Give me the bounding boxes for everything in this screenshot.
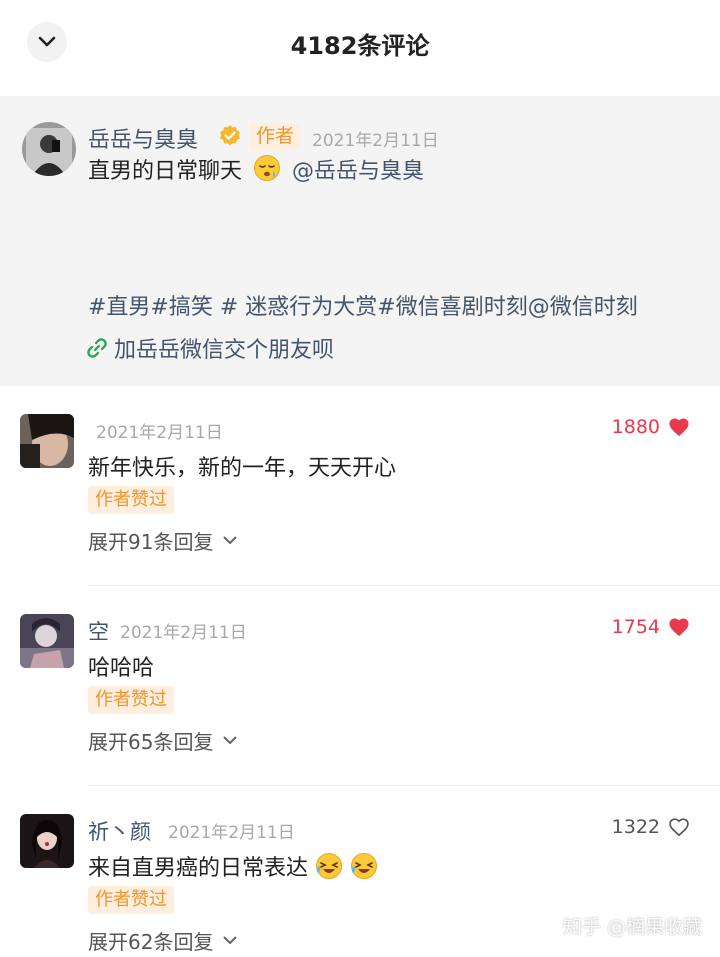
wechat-link-label: 加岳岳微信交个朋友呗 — [114, 338, 335, 363]
link-icon — [87, 338, 107, 358]
expand-replies-button[interactable]: 展开65条回复 — [88, 726, 237, 755]
like-count-value: 1880 — [611, 416, 660, 438]
commenter-avatar[interactable] — [20, 414, 74, 468]
commenter-avatar[interactable] — [20, 614, 74, 668]
sleepy-emoji-icon — [253, 154, 281, 191]
like-count[interactable]: 1880 — [612, 416, 690, 438]
expand-replies-label: 展开62条回复 — [88, 930, 214, 954]
commenter-name[interactable]: 祈丶颜 — [88, 816, 151, 846]
post-hashtags[interactable]: #直男#搞笑 # 迷惑行为大赏#微信喜剧时刻@微信时刻 — [88, 289, 638, 321]
like-count[interactable]: 1322 — [612, 816, 690, 838]
comment-item: 2021年2月11日 1880 新年快乐，新的一年，天天开心 作者赞过 展开91… — [0, 388, 720, 588]
author-liked-badge: 作者赞过 — [88, 486, 174, 514]
header: 4182条评论 — [0, 0, 720, 92]
laugh-cry-emoji-icon — [350, 852, 378, 886]
author-post: 岳岳与臭臭 作者 2021年2月11日 直男的日常聊天 @岳岳与臭臭 #直男#搞… — [0, 96, 720, 386]
post-mention[interactable]: @岳岳与臭臭 — [292, 159, 424, 184]
comment-text: 哈哈哈 — [88, 656, 155, 681]
like-count-value: 1322 — [611, 816, 660, 838]
author-name[interactable]: 岳岳与臭臭 — [88, 122, 198, 154]
comment-date: 2021年2月11日 — [168, 823, 295, 843]
comment-text: 来自直男癌的日常表达 — [88, 850, 378, 886]
author-tag: 作者 — [250, 123, 301, 149]
laugh-cry-emoji-icon — [315, 852, 343, 886]
commenter-name[interactable]: 空 — [88, 616, 109, 646]
wechat-link[interactable]: 加岳岳微信交个朋友呗 — [86, 332, 334, 364]
heart-outline-icon[interactable] — [668, 817, 690, 837]
expand-replies-label: 展开91条回复 — [88, 530, 214, 554]
post-text: 直男的日常聊天 @岳岳与臭臭 — [88, 154, 424, 191]
author-liked-badge: 作者赞过 — [88, 886, 174, 914]
divider — [88, 585, 720, 586]
comment-date: 2021年2月11日 — [120, 623, 247, 643]
heart-filled-icon[interactable] — [668, 417, 690, 437]
comment-date: 2021年2月11日 — [96, 423, 223, 443]
watermark: 知乎 @楠果收藏 — [562, 916, 702, 938]
post-body: 直男的日常聊天 — [88, 159, 243, 184]
like-count-value: 1754 — [611, 616, 660, 638]
heart-filled-icon[interactable] — [668, 617, 690, 637]
comment-count-title: 4182条评论 — [290, 32, 430, 60]
expand-replies-label: 展开65条回复 — [88, 730, 214, 754]
comment-item: 空 2021年2月11日 1754 哈哈哈 作者赞过 展开65条回复 — [0, 588, 720, 788]
like-count[interactable]: 1754 — [612, 616, 690, 638]
expand-replies-button[interactable]: 展开91条回复 — [88, 526, 237, 555]
expand-replies-button[interactable]: 展开62条回复 — [88, 926, 237, 955]
chevron-down-icon — [223, 936, 237, 944]
author-liked-badge: 作者赞过 — [88, 686, 174, 714]
verified-badge-icon — [220, 125, 240, 146]
chevron-down-icon — [223, 536, 237, 544]
author-avatar[interactable] — [22, 122, 76, 176]
divider — [88, 785, 720, 786]
comment-body: 来自直男癌的日常表达 — [88, 856, 309, 881]
commenter-avatar[interactable] — [20, 814, 74, 868]
post-date: 2021年2月11日 — [312, 131, 439, 151]
comment-text: 新年快乐，新的一年，天天开心 — [88, 456, 397, 481]
chevron-down-icon — [223, 736, 237, 744]
